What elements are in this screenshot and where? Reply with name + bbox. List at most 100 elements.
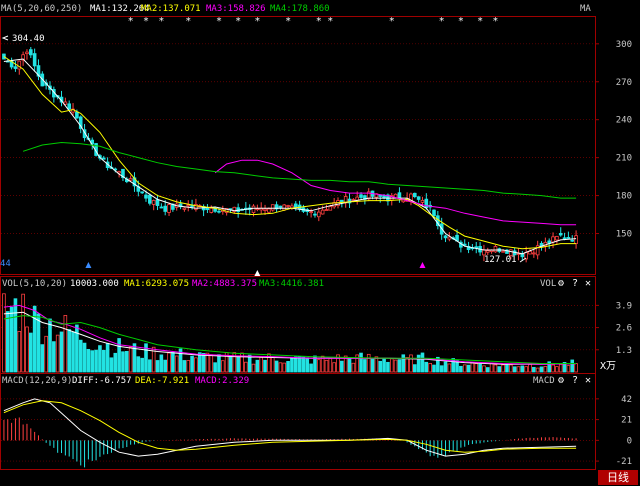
macd-tick-label: 21 xyxy=(621,416,632,426)
macd-tick-label: 42 xyxy=(621,395,632,405)
volume-bar xyxy=(13,298,18,373)
period-tab-daily[interactable]: 日线 xyxy=(598,470,638,485)
signal-star-marker: * xyxy=(216,16,222,27)
volume-bar xyxy=(493,364,498,373)
vol-ma3-label: MA3:4416.381 xyxy=(259,279,325,289)
volume-bar xyxy=(416,354,421,373)
candle-body xyxy=(282,204,287,211)
price-ma1-line xyxy=(3,58,577,255)
volume-bar xyxy=(309,363,313,373)
volume-bar xyxy=(244,361,248,373)
volume-bar xyxy=(171,351,175,373)
signal-star-marker: * xyxy=(458,16,464,27)
volume-bar xyxy=(228,356,233,373)
volume-bar xyxy=(174,355,179,373)
volume-bar xyxy=(478,363,482,373)
candle-body xyxy=(316,211,321,218)
candle-body xyxy=(574,235,578,244)
volume-bar xyxy=(574,363,578,373)
macd-dea-line xyxy=(3,400,577,453)
low-price-arrow xyxy=(519,257,527,263)
candle-body xyxy=(209,207,214,213)
candle-body xyxy=(532,252,536,255)
vol-help-button[interactable]: ? xyxy=(572,278,578,289)
volume-bar xyxy=(528,364,532,373)
volume-bar xyxy=(274,360,279,373)
candle-body xyxy=(474,246,479,249)
volume-bar xyxy=(90,350,95,373)
volume-bar xyxy=(82,342,87,373)
volume-bar xyxy=(52,341,56,373)
macd-help-button[interactable]: ? xyxy=(572,375,578,386)
cursor-position-marker xyxy=(254,270,261,276)
axis-tick-labels: 3002702402101801503.92.61.342210-21 xyxy=(595,40,632,467)
candle-body xyxy=(420,199,425,203)
volume-bar xyxy=(67,329,72,373)
volume-bar xyxy=(363,359,367,373)
volume-bar xyxy=(55,334,60,373)
volume-bar xyxy=(466,364,471,373)
volume-bar xyxy=(59,331,64,373)
volume-bar xyxy=(201,353,206,373)
candle-body xyxy=(382,195,386,199)
volume-bar xyxy=(428,363,432,373)
volume-bar xyxy=(86,349,91,373)
candle-body xyxy=(493,246,498,253)
signal-star-marker: * xyxy=(492,16,498,27)
volume-bar xyxy=(98,345,102,373)
high-price-arrow xyxy=(1,35,9,41)
macd-close-button[interactable]: ✕ xyxy=(585,375,591,386)
volume-bar xyxy=(128,346,133,373)
candle-body xyxy=(412,192,417,198)
candle-body xyxy=(144,194,148,199)
stock-chart-canvas[interactable]: 3002702402101801503.92.61.342210-21 * * * *… xyxy=(0,0,640,486)
volume-bar xyxy=(44,335,48,373)
candle-body xyxy=(32,53,37,67)
candle-body xyxy=(267,208,271,213)
volume-bar xyxy=(236,355,240,373)
macd-tag: MACD xyxy=(533,376,555,386)
candle-body xyxy=(324,209,329,211)
volume-bar xyxy=(78,339,83,373)
volume-bar xyxy=(462,364,467,373)
volume-bar xyxy=(405,357,409,373)
macd-diff-label: DIFF:-6.757 xyxy=(72,376,132,386)
volume-bar xyxy=(113,352,118,373)
volume-bar xyxy=(136,356,141,373)
vol-settings-button[interactable]: ⚙ xyxy=(558,278,564,289)
candle-body xyxy=(424,198,429,209)
volume-bar xyxy=(220,360,225,373)
volume-bar xyxy=(167,352,171,373)
candle-body xyxy=(75,111,79,119)
vol-unit-label: X万 xyxy=(600,361,617,372)
candle-body xyxy=(148,194,152,204)
volume-bar xyxy=(209,354,214,373)
candle-body xyxy=(485,250,490,253)
vol-close-button[interactable]: ✕ xyxy=(585,278,591,289)
signal-star-marker: * xyxy=(477,16,483,27)
volume-bar xyxy=(278,362,283,373)
volume-bar xyxy=(482,365,486,373)
vol-params-label: VOL(5,10,20) xyxy=(2,279,68,289)
volume-bar xyxy=(190,355,194,373)
candle-body xyxy=(286,205,290,207)
volume-bar xyxy=(366,353,371,373)
macd-settings-button[interactable]: ⚙ xyxy=(558,375,564,386)
volume-bar xyxy=(251,363,256,373)
signal-star-marker: * xyxy=(158,16,164,27)
main-ma2-label: MA2:137.071 xyxy=(141,4,201,14)
volume-bar xyxy=(324,359,329,373)
volume-bar xyxy=(301,356,306,373)
volume-bar xyxy=(520,365,525,373)
candle-body xyxy=(182,207,187,210)
candle-body xyxy=(378,195,383,197)
volume-bar xyxy=(25,326,29,373)
candle-body xyxy=(270,204,275,211)
candle-body xyxy=(555,236,559,241)
candle-body xyxy=(101,157,106,160)
volume-bar xyxy=(270,357,275,373)
candle-body xyxy=(28,49,33,56)
volume-tick-label: 3.9 xyxy=(616,301,632,311)
volume-bar xyxy=(28,332,33,373)
volume-bar xyxy=(94,349,98,373)
